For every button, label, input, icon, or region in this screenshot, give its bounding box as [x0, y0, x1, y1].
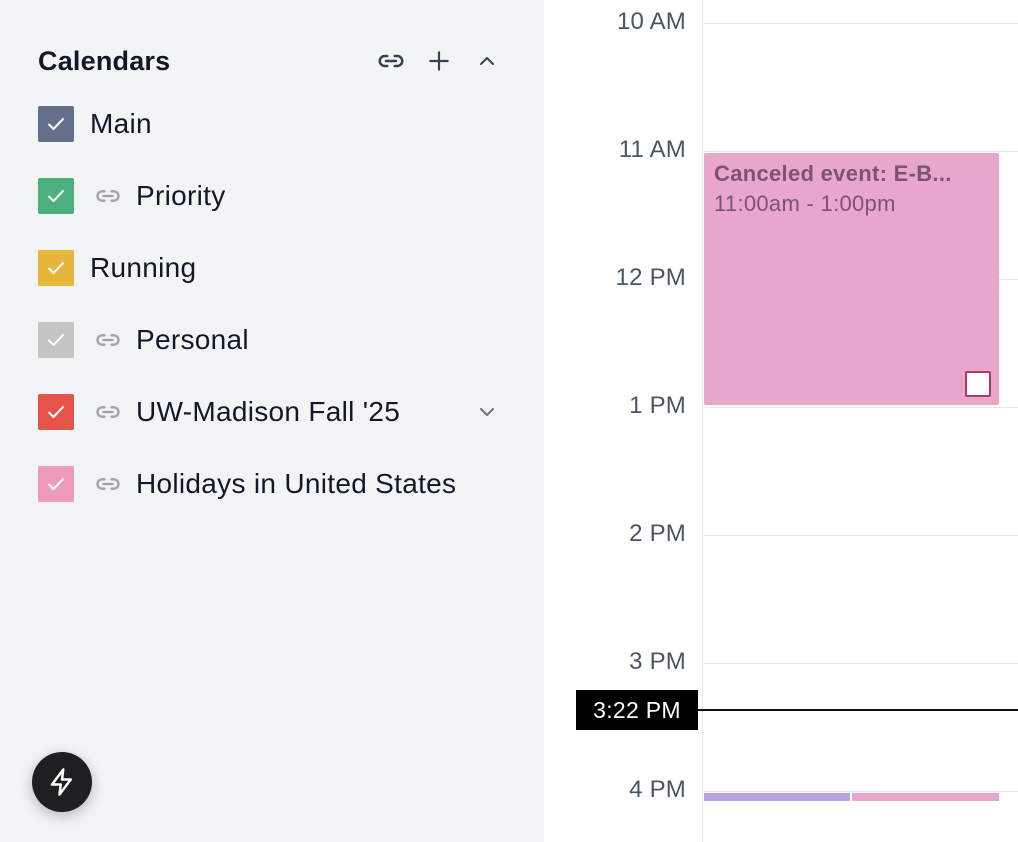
calendar-event[interactable]	[704, 793, 850, 801]
event-title: Canceled event: E-B...	[714, 161, 952, 186]
calendar-label: Main	[90, 108, 152, 139]
calendar-item-holidays[interactable]: Holidays in United States	[38, 448, 504, 520]
hour-label: 12 PM	[615, 264, 686, 291]
calendar-label: Priority	[136, 180, 226, 211]
hour-line	[704, 23, 1018, 24]
calendars-header-actions	[360, 44, 504, 78]
hour-label: 1 PM	[629, 392, 686, 419]
link-icon	[378, 54, 404, 68]
calendars-header: Calendars	[38, 44, 504, 78]
chevron-down-icon	[480, 408, 494, 416]
collapse-calendars-button[interactable]	[470, 44, 504, 78]
check-icon	[48, 334, 64, 346]
calendar-checkbox-personal[interactable]	[38, 322, 74, 358]
calendar-label: Holidays in United States	[136, 468, 457, 499]
calendar-event[interactable]	[852, 793, 999, 801]
calendar-checkbox-uw-madison[interactable]	[38, 394, 74, 430]
current-time-badge: 3:22 PM	[576, 690, 698, 730]
hour-line	[704, 407, 1018, 408]
hour-line	[704, 535, 1018, 536]
hour-label: 10 AM	[616, 8, 686, 35]
calendar-event[interactable]: Canceled event: E-B... 11:00am - 1:00pm	[704, 153, 999, 405]
hour-line	[704, 663, 1018, 664]
link-calendar-button[interactable]	[374, 44, 408, 78]
calendar-sidebar: Calendars Main Priority Running Personal…	[0, 0, 544, 842]
hour-line	[704, 791, 1018, 792]
calendar-label: Running	[90, 252, 197, 283]
current-time-line	[698, 709, 1018, 711]
check-icon	[48, 190, 64, 202]
event-complete-checkbox[interactable]	[965, 371, 991, 397]
calendar-item-priority[interactable]: Priority	[38, 160, 504, 232]
lightning-icon	[50, 768, 72, 796]
calendar-list: Main Priority Running Personal UW-Madiso…	[38, 88, 504, 520]
calendar-item-running[interactable]: Running	[38, 232, 504, 304]
add-calendar-button[interactable]	[422, 44, 456, 78]
calendar-label: UW-Madison Fall '25	[136, 396, 401, 427]
expand-calendar-button[interactable]	[470, 395, 504, 429]
event-time: 11:00am - 1:00pm	[714, 191, 896, 216]
day-view-grid[interactable]: 10 AM 11 AM 12 PM 1 PM 2 PM 3 PM 4 PM Ca…	[544, 0, 1018, 842]
hour-line	[704, 151, 1018, 152]
plus-icon	[429, 51, 449, 71]
day-column-border	[702, 0, 703, 842]
calendar-item-uw-madison[interactable]: UW-Madison Fall '25	[38, 376, 504, 448]
link-icon	[92, 180, 124, 212]
calendar-checkbox-priority[interactable]	[38, 178, 74, 214]
calendar-label: Personal	[136, 324, 249, 355]
calendar-item-main[interactable]: Main	[38, 88, 504, 160]
link-icon	[92, 468, 124, 500]
hour-label: 2 PM	[629, 520, 686, 547]
check-icon	[48, 262, 64, 274]
calendars-title: Calendars	[38, 45, 171, 76]
link-icon	[92, 396, 124, 428]
check-icon	[48, 118, 64, 130]
hour-label: 3 PM	[629, 648, 686, 675]
check-icon	[48, 478, 64, 490]
hour-label: 11 AM	[618, 136, 686, 163]
calendar-checkbox-main[interactable]	[38, 106, 74, 142]
quick-action-button[interactable]	[32, 752, 92, 812]
calendar-checkbox-holidays[interactable]	[38, 466, 74, 502]
hour-label: 4 PM	[629, 776, 686, 803]
calendar-checkbox-running[interactable]	[38, 250, 74, 286]
chevron-up-icon	[480, 57, 494, 65]
link-icon	[92, 324, 124, 356]
check-icon	[48, 406, 64, 418]
calendar-item-personal[interactable]: Personal	[38, 304, 504, 376]
